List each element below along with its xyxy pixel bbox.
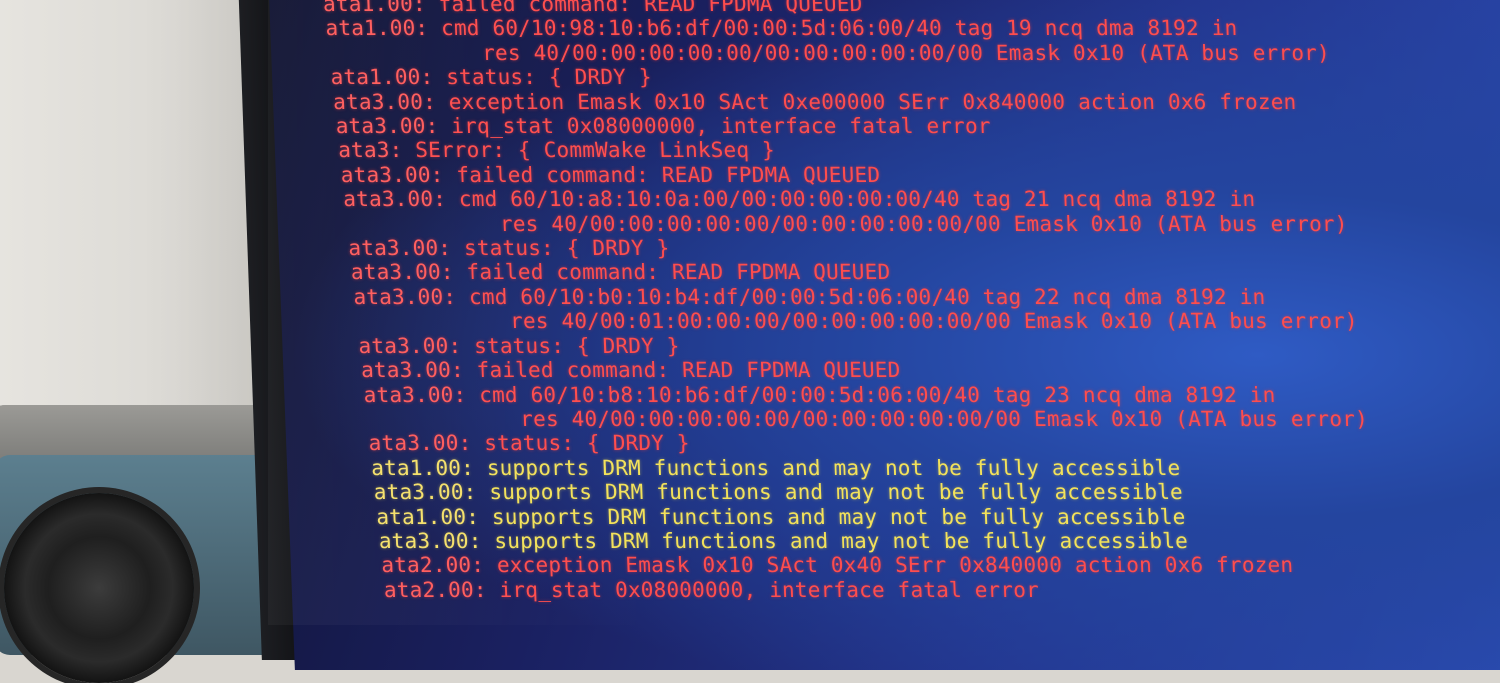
log-line: res 40/00:01:00:00:00/00:00:00:00:00/00 … [330,309,1359,334]
log-line: ata3.00: supports DRM functions and may … [353,529,1381,553]
log-device-prefix: ata3: [337,138,403,163]
log-device-prefix: ata3.00: [363,382,467,407]
log-line: ata1.00: failed command: READ FPDMA QUEU… [297,0,1325,16]
log-line: ata3.00: supports DRM functions and may … [348,480,1376,504]
log-message: res 40/00:01:00:00:00/00:00:00:00:00/00 … [509,309,1359,334]
log-device-prefix: ata3.00: [350,260,455,285]
log-message: failed command: READ FPDMA QUEUED [425,0,863,16]
log-line: ata3.00: status: { DRDY } [343,431,1371,455]
log-message: status: { DRDY } [450,236,670,261]
log-message: status: { DRDY } [460,333,681,358]
log-device-prefix: ata1.00: [322,0,427,16]
log-line: ata2.00: exception Emask 0x10 SAct 0x40 … [355,553,1383,577]
log-line: ata3.00: status: { DRDY } [332,334,1360,358]
log-line: ata3: SError: { CommWake LinkSeq } [312,138,1340,162]
log-line: res 40/00:00:00:00:00/00:00:00:00:00/00 … [340,406,1369,431]
log-message: res 40/00:00:00:00:00/00:00:00:00:00/00 … [499,211,1349,236]
log-line: ata3.00: failed command: READ FPDMA QUEU… [335,358,1363,382]
log-message: irq_stat 0x08000000, interface fatal err… [486,577,1040,602]
log-device-prefix: ata3.00: [352,284,457,309]
log-device-prefix: ata3.00: [340,162,444,187]
log-line: ata3.00: cmd 60/10:a8:10:0a:00/00:00:00:… [317,187,1345,211]
log-device-prefix: ata1.00: [325,16,429,41]
log-line: ata3.00: exception Emask 0x10 SAct 0xe00… [307,90,1335,114]
log-line: ata3.00: irq_stat 0x08000000, interface … [310,114,1338,138]
log-message: res 40/00:00:00:00:00/00:00:00:00:00/00 … [519,406,1369,431]
log-line: ata1.00: supports DRM functions and may … [350,505,1378,529]
log-message: supports DRM functions and may not be fu… [478,504,1186,529]
log-message: cmd 60/10:98:10:b6:df/00:00:5d:06:00/40 … [427,16,1238,41]
log-line: ata3.00: failed command: READ FPDMA QUEU… [325,260,1353,284]
log-line: ata3.00: cmd 60/10:b0:10:b4:df/00:00:5d:… [327,285,1355,309]
log-device-prefix: ata3.00: [373,480,477,505]
log-message: failed command: READ FPDMA QUEUED [453,260,891,285]
log-device-prefix: ata1.00: [370,455,475,480]
log-device-prefix: ata2.00: [380,553,485,578]
log-message: SError: { CommWake LinkSeq } [401,138,776,163]
log-device-prefix: ata2.00: [383,577,488,602]
log-device-prefix: ata1.00: [375,504,480,529]
log-device-prefix: ata3.00: [360,358,465,383]
log-line: ata1.00: supports DRM functions and may … [345,456,1373,480]
log-device-prefix: ata3.00: [368,431,472,456]
log-device-prefix: ata3.00: [332,89,437,114]
log-message: cmd 60/10:a8:10:0a:00/00:00:00:00:00/40 … [445,187,1256,212]
log-device-prefix: ata3.00: [358,333,462,358]
log-message: exception Emask 0x10 SAct 0xe00000 SErr … [435,89,1297,114]
log-line: ata3.00: cmd 60/10:b8:10:b6:df/00:00:5d:… [337,383,1365,407]
log-message: supports DRM functions and may not be fu… [473,455,1181,480]
log-message: supports DRM functions and may not be fu… [476,480,1184,505]
log-message: cmd 60/10:b8:10:b6:df/00:00:5d:06:00/40 … [465,382,1276,407]
speaker [0,405,295,683]
log-line: ata3.00: failed command: READ FPDMA QUEU… [315,163,1343,187]
log-message: supports DRM functions and may not be fu… [481,528,1189,553]
log-line: ata2.00: irq_stat 0x08000000, interface … [358,578,1386,602]
log-device-prefix: ata1.00: [330,65,434,90]
log-message: exception Emask 0x10 SAct 0x40 SErr 0x84… [483,553,1294,578]
log-message: status: { DRDY } [432,65,653,90]
log-device-prefix: ata3.00: [378,528,483,553]
log-line: res 40/00:00:00:00:00/00:00:00:00:00/00 … [302,40,1331,65]
kernel-log-console: ata1.00: failed command: READ FPDMA QUEU… [297,0,1369,602]
log-message: failed command: READ FPDMA QUEUED [463,358,901,383]
log-device-prefix: ata3.00: [342,187,447,212]
log-line: ata1.00: status: { DRDY } [304,65,1332,89]
monitor-screen: ata1.00: failed command: READ FPDMA QUEU… [268,0,1500,670]
log-message: cmd 60/10:b0:10:b4:df/00:00:5d:06:00/40 … [455,284,1266,309]
log-line: ata1.00: cmd 60/10:98:10:b6:df/00:00:5d:… [299,16,1327,40]
log-message: irq_stat 0x08000000, interface fatal err… [437,114,992,139]
log-device-prefix: ata3.00: [347,236,452,261]
log-message: status: { DRDY } [470,431,691,456]
log-message: failed command: READ FPDMA QUEUED [443,162,881,187]
log-line: res 40/00:00:00:00:00/00:00:00:00:00/00 … [320,212,1348,236]
log-device-prefix: ata3.00: [335,114,439,139]
log-message: res 40/00:00:00:00:00/00:00:00:00:00/00 … [481,40,1331,65]
log-line: ata3.00: status: { DRDY } [322,236,1350,260]
speaker-woofer [4,493,194,683]
